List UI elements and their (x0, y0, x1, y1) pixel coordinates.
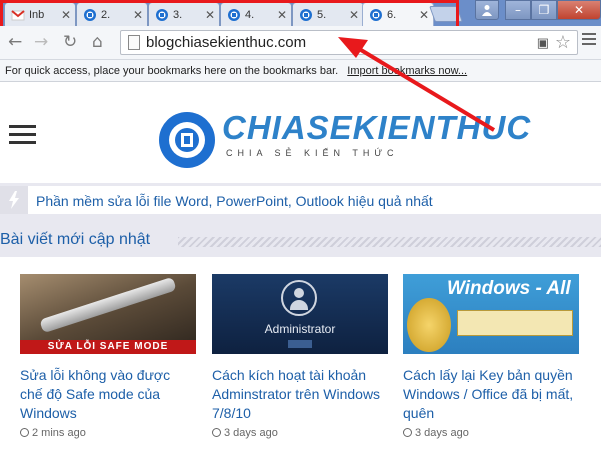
section-divider (178, 237, 601, 247)
thumbnail-caption: Windows - All (447, 278, 571, 299)
window-controls: – ❐ ✕ (475, 0, 601, 20)
post-time-text: 2 mins ago (32, 427, 86, 439)
minimize-button[interactable]: – (505, 0, 531, 20)
bookmark-star-icon[interactable]: ☆ (555, 32, 571, 53)
page-icon (128, 35, 140, 50)
reload-icon[interactable]: ↻ (63, 32, 77, 52)
news-ticker: Phần mềm sửa lỗi file Word, PowerPoint, … (0, 186, 601, 214)
post-title[interactable]: Cách kích hoạt tài khoản Adminstrator tr… (212, 366, 388, 423)
section-title: Bài viết mới cập nhật (0, 231, 159, 249)
product-key-label (457, 310, 573, 336)
user-profile-icon[interactable] (475, 0, 499, 20)
clock-icon (403, 428, 412, 437)
post-time-text: 3 days ago (224, 427, 278, 439)
thumbnail-caption: Administrator (264, 322, 336, 336)
post-thumbnail[interactable]: Administrator (212, 274, 388, 354)
url-text[interactable]: blogchiasekienthuc.com (146, 34, 306, 51)
site-logo-text[interactable]: CHIASEKIENTHUC (222, 109, 531, 147)
post-card[interactable]: Windows - All Cách lấy lại Key bản quyền… (403, 274, 579, 439)
address-bar[interactable]: blogchiasekienthuc.com ▣ ☆ (120, 30, 578, 55)
back-arrow-icon[interactable]: ← (8, 32, 22, 52)
translate-icon[interactable]: ▣ (537, 35, 549, 51)
lightning-icon (0, 186, 28, 214)
bookmarks-bar: For quick access, place your bookmarks h… (0, 60, 601, 82)
post-title[interactable]: Cách lấy lại Key bản quyền Windows / Off… (403, 366, 579, 423)
post-time: 2 mins ago (20, 427, 196, 439)
site-logo-icon[interactable] (158, 111, 216, 169)
sign-in-button-image (288, 340, 312, 348)
post-time: 3 days ago (212, 427, 388, 439)
ticker-link[interactable]: Phần mềm sửa lỗi file Word, PowerPoint, … (36, 193, 433, 209)
post-thumbnail[interactable]: Windows - All (403, 274, 579, 354)
browser-toolbar: ← → ↻ ⌂ blogchiasekienthuc.com ▣ ☆ (0, 26, 601, 60)
chrome-menu-icon[interactable] (582, 33, 596, 48)
web-page: CHIASEKIENTHUC CHIA SẺ KIẾN THỨC Phần mề… (0, 83, 601, 462)
import-bookmarks-link[interactable]: Import bookmarks now... (347, 65, 467, 77)
post-time-text: 3 days ago (415, 427, 469, 439)
post-thumbnail[interactable]: SỬA LỖI SAFE MODE (20, 274, 196, 354)
post-card[interactable]: SỬA LỖI SAFE MODE Sửa lỗi không vào được… (20, 274, 196, 439)
post-card[interactable]: Administrator Cách kích hoạt tài khoản A… (212, 274, 388, 439)
thumbnail-caption: SỬA LỖI SAFE MODE (20, 340, 196, 354)
forward-arrow-icon[interactable]: → (34, 32, 48, 52)
post-list: SỬA LỖI SAFE MODE Sửa lỗi không vào được… (0, 257, 601, 462)
site-header: CHIASEKIENTHUC CHIA SẺ KIẾN THỨC (0, 83, 601, 183)
home-icon[interactable]: ⌂ (92, 32, 103, 52)
bookmarks-hint-text: For quick access, place your bookmarks h… (5, 65, 339, 77)
wrench-icon (39, 276, 177, 334)
clock-icon (20, 428, 29, 437)
hamburger-menu-icon[interactable] (9, 125, 36, 149)
site-logo-subtitle: CHIA SẺ KIẾN THỨC (226, 148, 399, 158)
post-time: 3 days ago (403, 427, 579, 439)
clock-icon (212, 428, 221, 437)
close-window-button[interactable]: ✕ (557, 0, 601, 20)
post-title[interactable]: Sửa lỗi không vào được chế độ Safe mode … (20, 366, 196, 423)
user-avatar-icon (281, 280, 317, 316)
restore-button[interactable]: ❐ (531, 0, 557, 20)
key-icon (407, 298, 451, 352)
